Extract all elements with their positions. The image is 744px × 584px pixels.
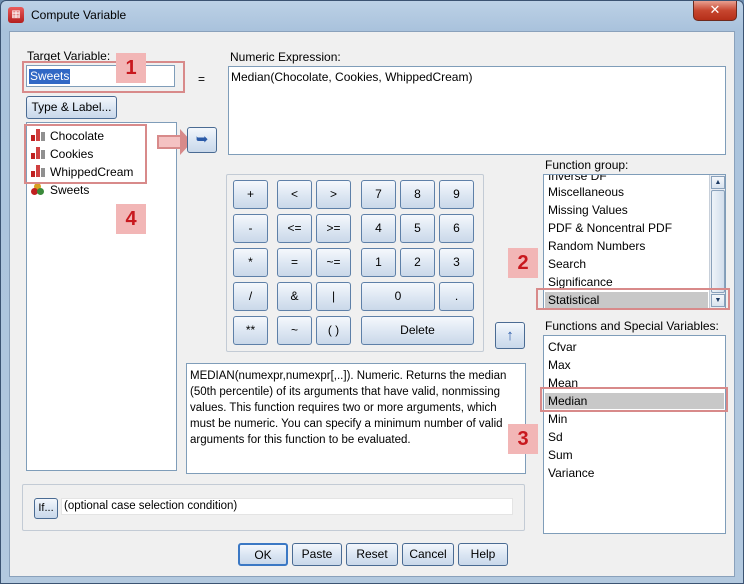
function-group-item-significance[interactable]: Significance: [548, 275, 613, 289]
close-button[interactable]: ✕: [693, 1, 737, 21]
calc-greater-equal-button[interactable]: >=: [316, 214, 351, 243]
calc-2-button[interactable]: 2: [400, 248, 435, 277]
type-label-button[interactable]: Type & Label...: [26, 96, 117, 119]
calc-less-than-button[interactable]: <: [277, 180, 312, 209]
if-condition-display: (optional case selection condition): [61, 498, 513, 515]
calc-1-button[interactable]: 1: [361, 248, 396, 277]
function-group-item-random-numbers[interactable]: Random Numbers: [548, 239, 645, 253]
window-title: Compute Variable: [31, 8, 127, 22]
insert-function-button[interactable]: ↑: [495, 322, 525, 349]
reset-button[interactable]: Reset: [346, 543, 398, 566]
spss-compute-icon: ▦: [8, 7, 24, 23]
function-description-box: MEDIAN(numexpr,numexpr[,..]). Numeric. R…: [186, 363, 526, 474]
calc-power-button[interactable]: **: [233, 316, 268, 345]
function-group-label: Function group:: [545, 158, 629, 172]
paste-button[interactable]: Paste: [292, 543, 342, 566]
annotation-badge-4: 4: [116, 204, 146, 234]
numeric-expression-label: Numeric Expression:: [230, 50, 341, 64]
annotation-badge-2: 2: [508, 248, 538, 278]
highlight-variables: [24, 124, 147, 184]
calc-less-equal-button[interactable]: <=: [277, 214, 312, 243]
calc-decimal-button[interactable]: .: [439, 282, 474, 311]
function-item-max[interactable]: Max: [548, 358, 571, 372]
function-group-item-pdf-noncentral[interactable]: PDF & Noncentral PDF: [548, 221, 672, 235]
if-condition-text: (optional case selection condition): [64, 500, 238, 512]
calc-7-button[interactable]: 7: [361, 180, 396, 209]
calc-divide-button[interactable]: /: [233, 282, 268, 311]
help-button[interactable]: Help: [458, 543, 508, 566]
calc-greater-than-button[interactable]: >: [316, 180, 351, 209]
cancel-button[interactable]: Cancel: [402, 543, 454, 566]
equals-sign: =: [198, 72, 206, 86]
move-to-expression-button[interactable]: ➥: [187, 127, 217, 153]
calc-not-equal-button[interactable]: ~=: [316, 248, 351, 277]
calc-multiply-button[interactable]: *: [233, 248, 268, 277]
compute-variable-window: ▦ Compute Variable ✕ Target Variable: Sw…: [0, 0, 744, 584]
highlight-median: [540, 387, 728, 412]
calc-3-button[interactable]: 3: [439, 248, 474, 277]
numeric-expression-textarea[interactable]: Median(Chocolate, Cookies, WhippedCream): [228, 66, 726, 155]
calc-6-button[interactable]: 6: [439, 214, 474, 243]
functions-list[interactable]: Cfvar Max Mean Median Min Sd Sum Varianc…: [543, 335, 726, 534]
variable-name: Sweets: [50, 183, 90, 197]
function-item-min[interactable]: Min: [548, 412, 567, 426]
calc-5-button[interactable]: 5: [400, 214, 435, 243]
annotation-badge-3: 3: [508, 424, 538, 454]
scroll-thumb[interactable]: [711, 190, 725, 293]
calc-or-button[interactable]: |: [316, 282, 351, 311]
if-button[interactable]: If...: [34, 498, 58, 519]
title-bar[interactable]: ▦ Compute Variable ✕: [1, 1, 743, 31]
function-group-item-missing-values[interactable]: Missing Values: [548, 203, 628, 217]
variable-item-sweets[interactable]: Sweets: [31, 183, 89, 197]
calc-and-button[interactable]: &: [277, 282, 312, 311]
function-description-text: MEDIAN(numexpr,numexpr[,..]). Numeric. R…: [190, 370, 507, 446]
calc-0-button[interactable]: 0: [361, 282, 435, 311]
calc-9-button[interactable]: 9: [439, 180, 474, 209]
calc-minus-button[interactable]: -: [233, 214, 268, 243]
calc-not-button[interactable]: ~: [277, 316, 312, 345]
highlight-statistical: [536, 288, 730, 310]
calc-8-button[interactable]: 8: [400, 180, 435, 209]
calc-parentheses-button[interactable]: ( ): [316, 316, 351, 345]
calc-equals-button[interactable]: =: [277, 248, 312, 277]
annotation-badge-1: 1: [116, 53, 146, 83]
nominal-variable-icon: [31, 183, 46, 195]
function-item-sum[interactable]: Sum: [548, 448, 573, 462]
calc-4-button[interactable]: 4: [361, 214, 396, 243]
numeric-expression-value: Median(Chocolate, Cookies, WhippedCream): [231, 70, 473, 84]
function-item-sd[interactable]: Sd: [548, 430, 563, 444]
highlight-target-variable: [22, 61, 185, 93]
function-group-item-search[interactable]: Search: [548, 257, 586, 271]
function-item-variance[interactable]: Variance: [548, 466, 594, 480]
calc-plus-button[interactable]: +: [233, 180, 268, 209]
functions-label: Functions and Special Variables:: [545, 319, 719, 333]
function-item-cfvar[interactable]: Cfvar: [548, 340, 577, 354]
ok-button[interactable]: OK: [238, 543, 288, 566]
calc-delete-button[interactable]: Delete: [361, 316, 474, 345]
function-group-item-miscellaneous[interactable]: Miscellaneous: [548, 185, 624, 199]
dialog-client-area: Target Variable: Sweets = Type & Label..…: [9, 31, 735, 577]
scroll-up-icon[interactable]: ▲: [711, 176, 725, 189]
function-group-item-inverse-df[interactable]: Inverse DF: [548, 175, 607, 183]
